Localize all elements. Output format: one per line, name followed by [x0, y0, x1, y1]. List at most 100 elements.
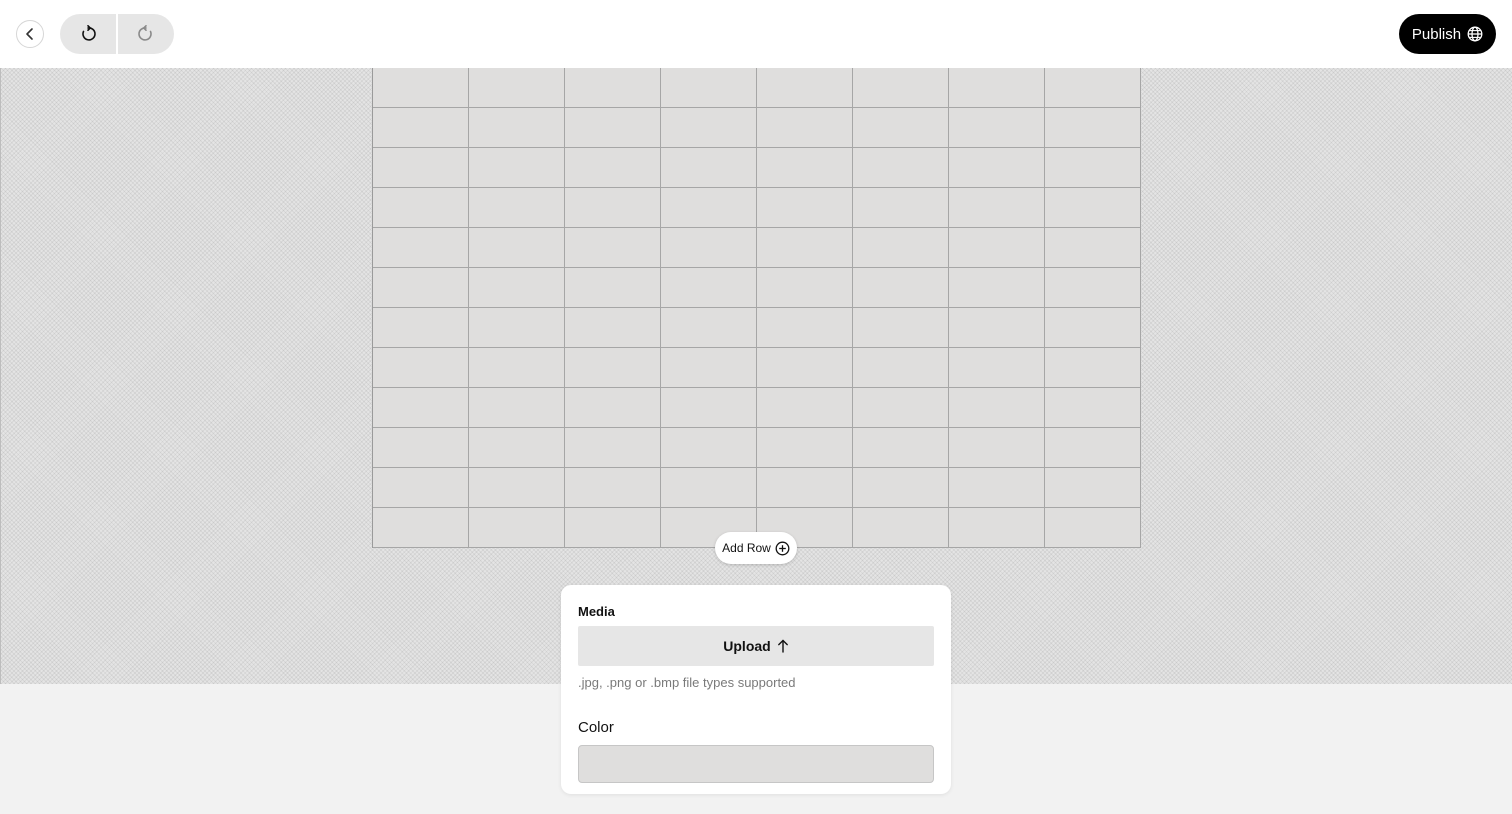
grid-cell[interactable] [949, 348, 1045, 388]
grid-cell[interactable] [853, 308, 949, 348]
grid-cell[interactable] [469, 508, 565, 548]
grid-cell[interactable] [469, 148, 565, 188]
grid-cell[interactable] [1045, 228, 1141, 268]
grid-cell[interactable] [757, 428, 853, 468]
grid-cell[interactable] [757, 468, 853, 508]
grid-cell[interactable] [373, 428, 469, 468]
grid-cell[interactable] [757, 308, 853, 348]
grid-cell[interactable] [853, 228, 949, 268]
grid-cell[interactable] [1045, 188, 1141, 228]
grid-cell[interactable] [949, 468, 1045, 508]
grid-cell[interactable] [565, 348, 661, 388]
grid-cell[interactable] [661, 108, 757, 148]
grid-cell[interactable] [1045, 348, 1141, 388]
grid-cell[interactable] [1045, 68, 1141, 108]
grid-cell[interactable] [661, 348, 757, 388]
grid-cell[interactable] [1045, 268, 1141, 308]
grid-cell[interactable] [1045, 148, 1141, 188]
publish-button[interactable]: Publish [1399, 14, 1496, 54]
grid-cell[interactable] [853, 468, 949, 508]
grid-cell[interactable] [469, 468, 565, 508]
grid-cell[interactable] [757, 388, 853, 428]
grid-cell[interactable] [1045, 308, 1141, 348]
grid-cell[interactable] [757, 188, 853, 228]
grid-cell[interactable] [373, 148, 469, 188]
grid-cell[interactable] [661, 468, 757, 508]
grid-cell[interactable] [949, 428, 1045, 468]
grid-cell[interactable] [469, 268, 565, 308]
redo-button[interactable] [118, 14, 174, 54]
grid-cell[interactable] [469, 308, 565, 348]
back-button[interactable] [16, 20, 44, 48]
grid-cell[interactable] [373, 188, 469, 228]
grid-cell[interactable] [949, 308, 1045, 348]
grid-cell[interactable] [469, 68, 565, 108]
grid-cell[interactable] [373, 228, 469, 268]
grid-cell[interactable] [949, 228, 1045, 268]
grid-cell[interactable] [1045, 428, 1141, 468]
grid-cell[interactable] [469, 228, 565, 268]
grid-cell[interactable] [469, 108, 565, 148]
grid-cell[interactable] [1045, 508, 1141, 548]
grid-cell[interactable] [373, 308, 469, 348]
grid-cell[interactable] [565, 268, 661, 308]
grid-cell[interactable] [949, 108, 1045, 148]
grid-cell[interactable] [565, 308, 661, 348]
grid-cell[interactable] [853, 108, 949, 148]
grid-cell[interactable] [949, 68, 1045, 108]
grid-cell[interactable] [661, 388, 757, 428]
grid-cell[interactable] [949, 188, 1045, 228]
grid-cell[interactable] [565, 428, 661, 468]
grid-cell[interactable] [757, 348, 853, 388]
grid-cell[interactable] [565, 188, 661, 228]
grid-cell[interactable] [757, 268, 853, 308]
grid-cell[interactable] [853, 348, 949, 388]
undo-button[interactable] [60, 14, 116, 54]
grid-cell[interactable] [373, 388, 469, 428]
grid-cell[interactable] [853, 268, 949, 308]
grid-cell[interactable] [373, 68, 469, 108]
grid-cell[interactable] [853, 188, 949, 228]
grid-cell[interactable] [949, 388, 1045, 428]
color-swatch[interactable] [578, 745, 934, 783]
grid-cell[interactable] [661, 428, 757, 468]
grid-cell[interactable] [565, 68, 661, 108]
grid-cell[interactable] [661, 308, 757, 348]
grid-cell[interactable] [565, 228, 661, 268]
grid-cell[interactable] [853, 428, 949, 468]
grid-cell[interactable] [661, 268, 757, 308]
grid-cell[interactable] [373, 468, 469, 508]
add-row-button[interactable]: Add Row [715, 532, 797, 564]
grid-cell[interactable] [469, 428, 565, 468]
grid-cell[interactable] [661, 148, 757, 188]
grid-cell[interactable] [373, 508, 469, 548]
grid-cell[interactable] [661, 228, 757, 268]
grid-cell[interactable] [469, 188, 565, 228]
grid-cell[interactable] [565, 108, 661, 148]
grid-cell[interactable] [949, 508, 1045, 548]
grid-cell[interactable] [853, 68, 949, 108]
grid-cell[interactable] [661, 68, 757, 108]
grid-cell[interactable] [949, 268, 1045, 308]
grid-cell[interactable] [565, 148, 661, 188]
grid-cell[interactable] [373, 108, 469, 148]
grid-cell[interactable] [661, 188, 757, 228]
grid-cell[interactable] [1045, 108, 1141, 148]
grid-cell[interactable] [757, 148, 853, 188]
grid-cell[interactable] [757, 228, 853, 268]
grid-cell[interactable] [565, 468, 661, 508]
grid-cell[interactable] [373, 268, 469, 308]
grid-cell[interactable] [757, 108, 853, 148]
grid-cell[interactable] [469, 348, 565, 388]
pixel-grid[interactable] [372, 68, 1141, 548]
grid-cell[interactable] [565, 388, 661, 428]
grid-cell[interactable] [469, 388, 565, 428]
grid-cell[interactable] [565, 508, 661, 548]
grid-cell[interactable] [757, 68, 853, 108]
grid-cell[interactable] [853, 388, 949, 428]
upload-button[interactable]: Upload [578, 626, 934, 666]
grid-cell[interactable] [1045, 388, 1141, 428]
grid-cell[interactable] [853, 148, 949, 188]
grid-cell[interactable] [1045, 468, 1141, 508]
grid-cell[interactable] [949, 148, 1045, 188]
